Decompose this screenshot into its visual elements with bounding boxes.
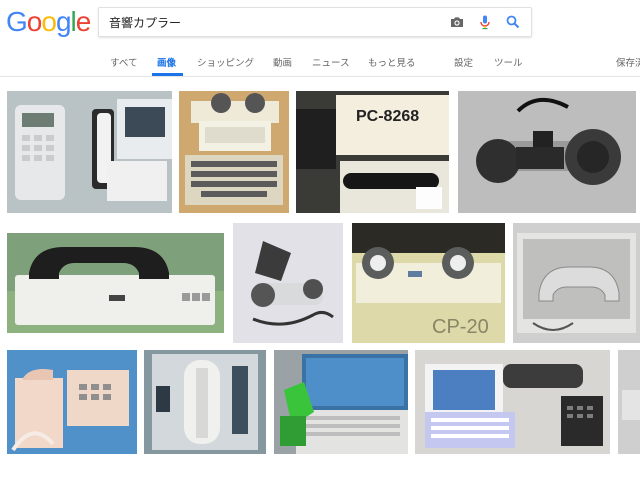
result-image[interactable] <box>233 223 343 343</box>
tab-safe-search[interactable]: 保存済 <box>616 55 640 69</box>
header: Google すべて 画像 ショッピング 動画 ニュース もっと見る 設定 ツー… <box>0 0 640 77</box>
logo-letter: G <box>6 6 28 37</box>
mic-icon[interactable] <box>477 14 493 30</box>
tab-videos[interactable]: 動画 <box>273 55 292 69</box>
camera-icon[interactable] <box>449 14 465 30</box>
tab-images[interactable]: 画像 <box>157 55 176 69</box>
tab-shopping[interactable]: ショッピング <box>197 55 254 69</box>
result-image[interactable] <box>7 233 224 333</box>
logo-letter: o <box>26 6 43 37</box>
google-logo[interactable]: Google <box>6 6 92 38</box>
result-image[interactable] <box>7 350 137 454</box>
result-image[interactable]: CP-20 <box>352 223 505 343</box>
tab-news[interactable]: ニュース <box>312 55 350 69</box>
tab-more[interactable]: もっと見る <box>368 55 416 69</box>
result-image[interactable] <box>513 223 640 343</box>
logo-letter: e <box>75 6 92 37</box>
tab-settings[interactable]: 設定 <box>454 55 473 69</box>
tab-all[interactable]: すべて <box>110 55 137 69</box>
result-image[interactable] <box>144 350 266 454</box>
result-image[interactable] <box>618 350 640 454</box>
result-image[interactable] <box>179 91 289 213</box>
logo-letter: g <box>55 6 72 37</box>
tab-tools[interactable]: ツール <box>494 55 523 69</box>
result-image[interactable]: PC-8268 <box>296 91 449 213</box>
svg-text:PC-8268: PC-8268 <box>356 108 419 125</box>
result-image[interactable] <box>7 91 172 213</box>
active-tab-underline <box>152 73 183 76</box>
svg-text:CP-20: CP-20 <box>432 316 489 338</box>
result-image[interactable] <box>415 350 610 454</box>
result-image[interactable] <box>274 350 408 454</box>
image-results-grid: PC-8268 CP-20 <box>0 77 640 477</box>
logo-letter: o <box>41 6 57 37</box>
search-icon[interactable] <box>505 14 521 30</box>
search-box <box>98 7 532 37</box>
search-input[interactable] <box>109 13 429 31</box>
result-image[interactable] <box>458 91 636 213</box>
search-tabs: すべて 画像 ショッピング 動画 ニュース もっと見る 設定 ツール 保存済 <box>0 52 640 76</box>
